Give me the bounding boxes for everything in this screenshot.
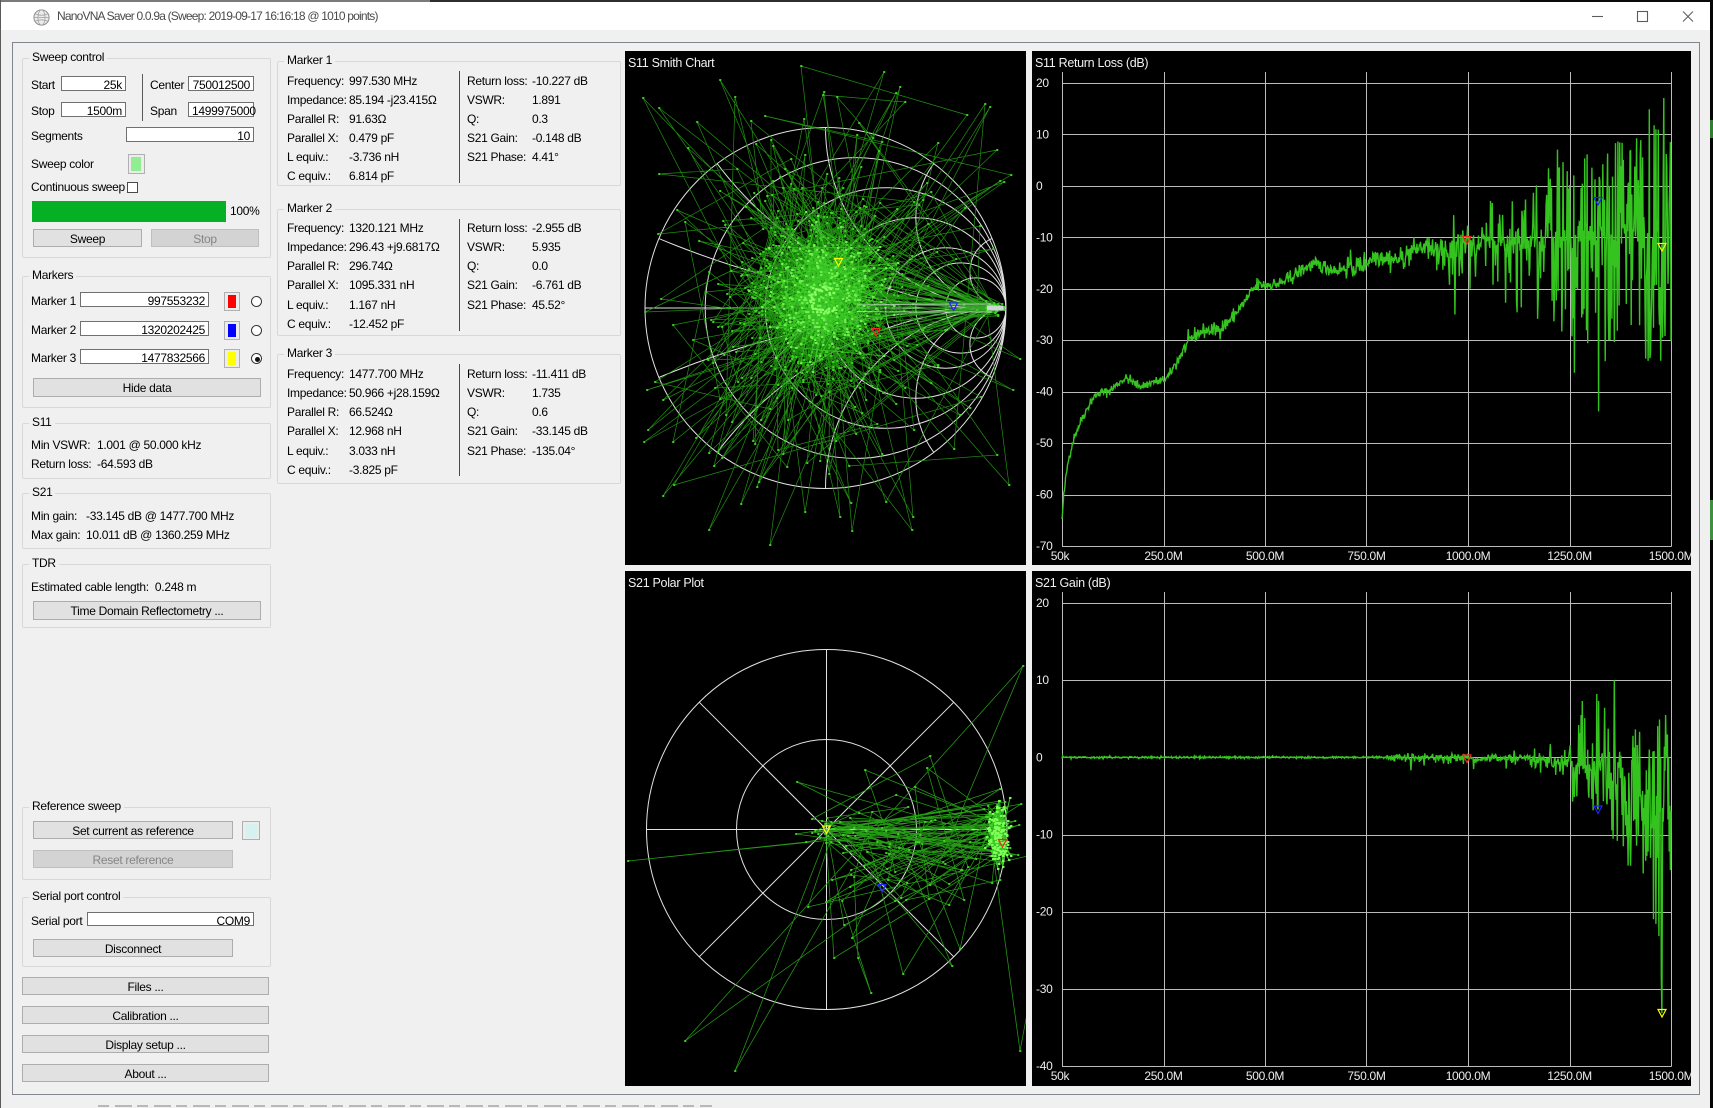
svg-text:50k: 50k (1051, 549, 1071, 563)
svg-text:-40: -40 (1036, 385, 1053, 399)
svg-text:-60: -60 (1036, 488, 1053, 502)
svg-text:500.0M: 500.0M (1246, 549, 1285, 563)
svg-text:250.0M: 250.0M (1144, 549, 1183, 563)
svg-text:750.0M: 750.0M (1347, 1069, 1386, 1083)
svg-text:20: 20 (1036, 596, 1049, 610)
svg-text:-10: -10 (1036, 230, 1053, 244)
svg-text:0: 0 (1036, 179, 1043, 193)
svg-text:-20: -20 (1036, 282, 1053, 296)
svg-text:50k: 50k (1051, 1069, 1071, 1083)
svg-text:-10: -10 (1036, 828, 1053, 842)
svg-text:-50: -50 (1036, 436, 1053, 450)
svg-text:10: 10 (1036, 127, 1049, 141)
svg-text:-20: -20 (1036, 905, 1053, 919)
svg-text:S11 Smith Chart: S11 Smith Chart (628, 56, 715, 70)
svg-text:S21 Gain (dB): S21 Gain (dB) (1035, 576, 1110, 590)
svg-text:1000.0M: 1000.0M (1446, 1069, 1491, 1083)
svg-text:-30: -30 (1036, 333, 1053, 347)
svg-text:-30: -30 (1036, 982, 1053, 996)
svg-text:750.0M: 750.0M (1347, 549, 1386, 563)
svg-text:10: 10 (1036, 673, 1049, 687)
svg-text:S11 Return Loss (dB): S11 Return Loss (dB) (1035, 56, 1148, 70)
svg-text:S21 Polar Plot: S21 Polar Plot (628, 576, 705, 590)
svg-text:1500.0M: 1500.0M (1649, 549, 1691, 563)
svg-text:1500.0M: 1500.0M (1649, 1069, 1691, 1083)
svg-text:250.0M: 250.0M (1144, 1069, 1183, 1083)
svg-text:1250.0M: 1250.0M (1547, 1069, 1592, 1083)
svg-text:20: 20 (1036, 76, 1049, 90)
svg-text:500.0M: 500.0M (1246, 1069, 1285, 1083)
svg-text:1000.0M: 1000.0M (1446, 549, 1491, 563)
svg-text:0: 0 (1036, 750, 1043, 764)
svg-text:1250.0M: 1250.0M (1547, 549, 1592, 563)
